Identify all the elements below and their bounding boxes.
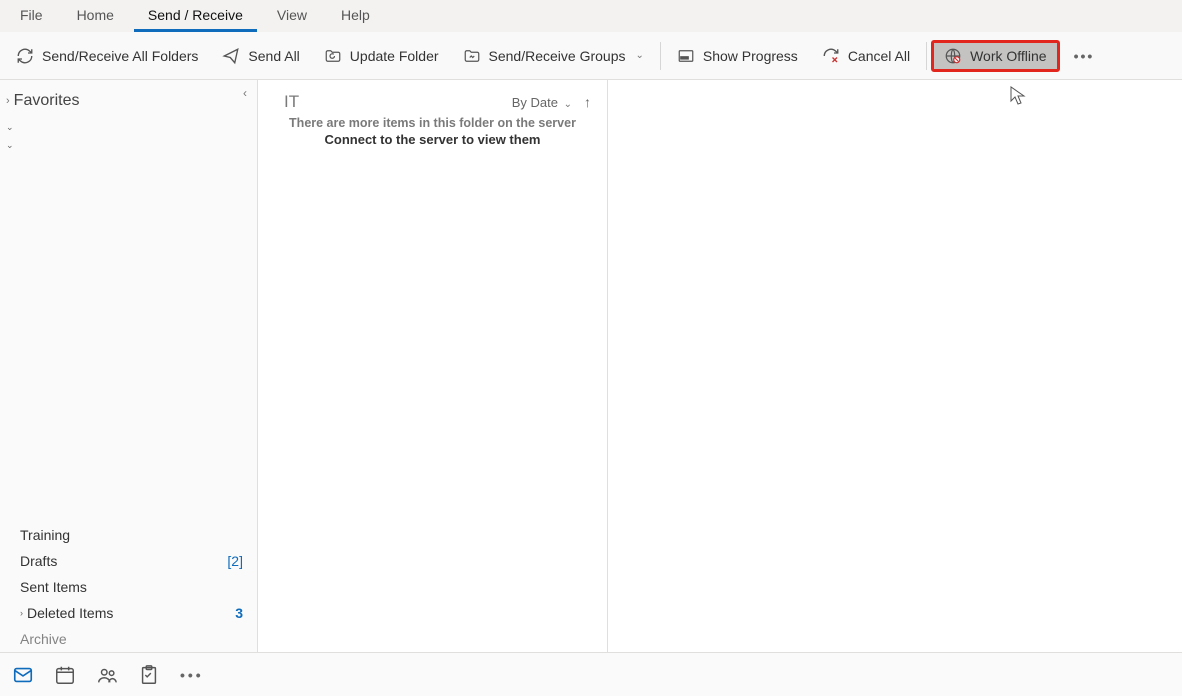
tab-help[interactable]: Help — [327, 0, 384, 32]
progress-icon — [677, 47, 695, 65]
mail-icon — [12, 664, 34, 686]
chevron-down-icon: ⌄ — [635, 50, 643, 61]
cancel-icon — [822, 47, 840, 65]
collapse-sidebar-button[interactable]: ‹ — [239, 84, 251, 102]
update-folder-button[interactable]: Update Folder — [312, 41, 451, 71]
send-receive-all-button[interactable]: Send/Receive All Folders — [4, 41, 210, 71]
chevron-down-icon: ⌄ — [6, 140, 14, 151]
tab-send-receive[interactable]: Send / Receive — [134, 0, 257, 32]
ribbon: Send/Receive All Folders Send All Update… — [0, 32, 1182, 80]
folder-sync-icon — [463, 47, 481, 65]
folder-label: Sent Items — [20, 579, 87, 595]
folder-drafts[interactable]: Drafts [2] — [0, 548, 257, 574]
folder-count: [2] — [227, 553, 243, 569]
send-receive-groups-label: Send/Receive Groups — [489, 48, 626, 64]
favorites-label: Favorites — [14, 92, 80, 110]
nav-overflow[interactable]: ••• — [180, 667, 204, 683]
folder-label: Training — [20, 527, 70, 543]
ribbon-overflow-button[interactable]: ••• — [1066, 48, 1103, 64]
ribbon-separator — [660, 42, 661, 70]
nav-mail[interactable] — [12, 664, 34, 686]
folder-refresh-icon — [324, 47, 342, 65]
send-icon — [222, 47, 240, 65]
sort-label: By Date — [512, 95, 558, 110]
show-progress-label: Show Progress — [703, 48, 798, 64]
ribbon-separator — [926, 42, 927, 70]
cancel-all-label: Cancel All — [848, 48, 910, 64]
folder-title: IT — [284, 92, 299, 112]
tab-file[interactable]: File — [6, 0, 57, 32]
bottom-nav: ••• — [0, 652, 1182, 696]
refresh-icon — [16, 47, 34, 65]
folder-archive[interactable]: Archive — [0, 626, 257, 652]
nav-people[interactable] — [96, 664, 118, 686]
chevron-right-icon: › — [6, 95, 10, 107]
globe-offline-icon — [944, 47, 962, 65]
reading-pane — [608, 80, 1182, 652]
nav-calendar[interactable] — [54, 664, 76, 686]
folder-label: Archive — [20, 631, 67, 647]
chevron-right-icon: › — [20, 608, 23, 618]
send-receive-all-label: Send/Receive All Folders — [42, 48, 198, 64]
folder-list: Training Drafts [2] Sent Items › Deleted… — [0, 522, 257, 652]
folder-count: 3 — [235, 605, 243, 621]
server-items-banner: There are more items in this folder on t… — [258, 114, 607, 130]
show-progress-button[interactable]: Show Progress — [665, 41, 810, 71]
tasks-icon — [138, 664, 160, 686]
sort-direction-button[interactable]: ↑ — [584, 94, 591, 110]
tab-bar: File Home Send / Receive View Help — [0, 0, 1182, 32]
send-receive-groups-button[interactable]: Send/Receive Groups ⌄ — [451, 41, 656, 71]
calendar-icon — [54, 664, 76, 686]
people-icon — [96, 664, 118, 686]
message-list-pane: IT By Date ⌄ ↑ There are more items in t… — [258, 80, 608, 652]
work-offline-button[interactable]: Work Offline — [931, 40, 1060, 72]
account-node[interactable]: ⌄ — [0, 136, 257, 154]
tab-view[interactable]: View — [263, 0, 321, 32]
sort-by-button[interactable]: By Date ⌄ — [512, 95, 572, 110]
send-all-button[interactable]: Send All — [210, 41, 311, 71]
chevron-down-icon: ⌄ — [6, 122, 14, 133]
favorites-header[interactable]: › Favorites — [0, 80, 257, 118]
nav-tasks[interactable] — [138, 664, 160, 686]
folder-training[interactable]: Training — [0, 522, 257, 548]
connect-server-link[interactable]: Connect to the server to view them — [258, 130, 607, 151]
folder-label: Drafts — [20, 553, 57, 569]
cancel-all-button[interactable]: Cancel All — [810, 41, 922, 71]
folder-sent-items[interactable]: Sent Items — [0, 574, 257, 600]
sidebar: ‹ › Favorites ⌄ ⌄ Training Drafts [2] Se… — [0, 80, 258, 652]
update-folder-label: Update Folder — [350, 48, 439, 64]
tab-home[interactable]: Home — [63, 0, 128, 32]
work-offline-label: Work Offline — [970, 48, 1047, 64]
account-node[interactable]: ⌄ — [0, 118, 257, 136]
send-all-label: Send All — [248, 48, 299, 64]
folder-deleted-items[interactable]: › Deleted Items 3 — [0, 600, 257, 626]
folder-label: Deleted Items — [27, 605, 113, 621]
chevron-down-icon: ⌄ — [564, 99, 572, 110]
